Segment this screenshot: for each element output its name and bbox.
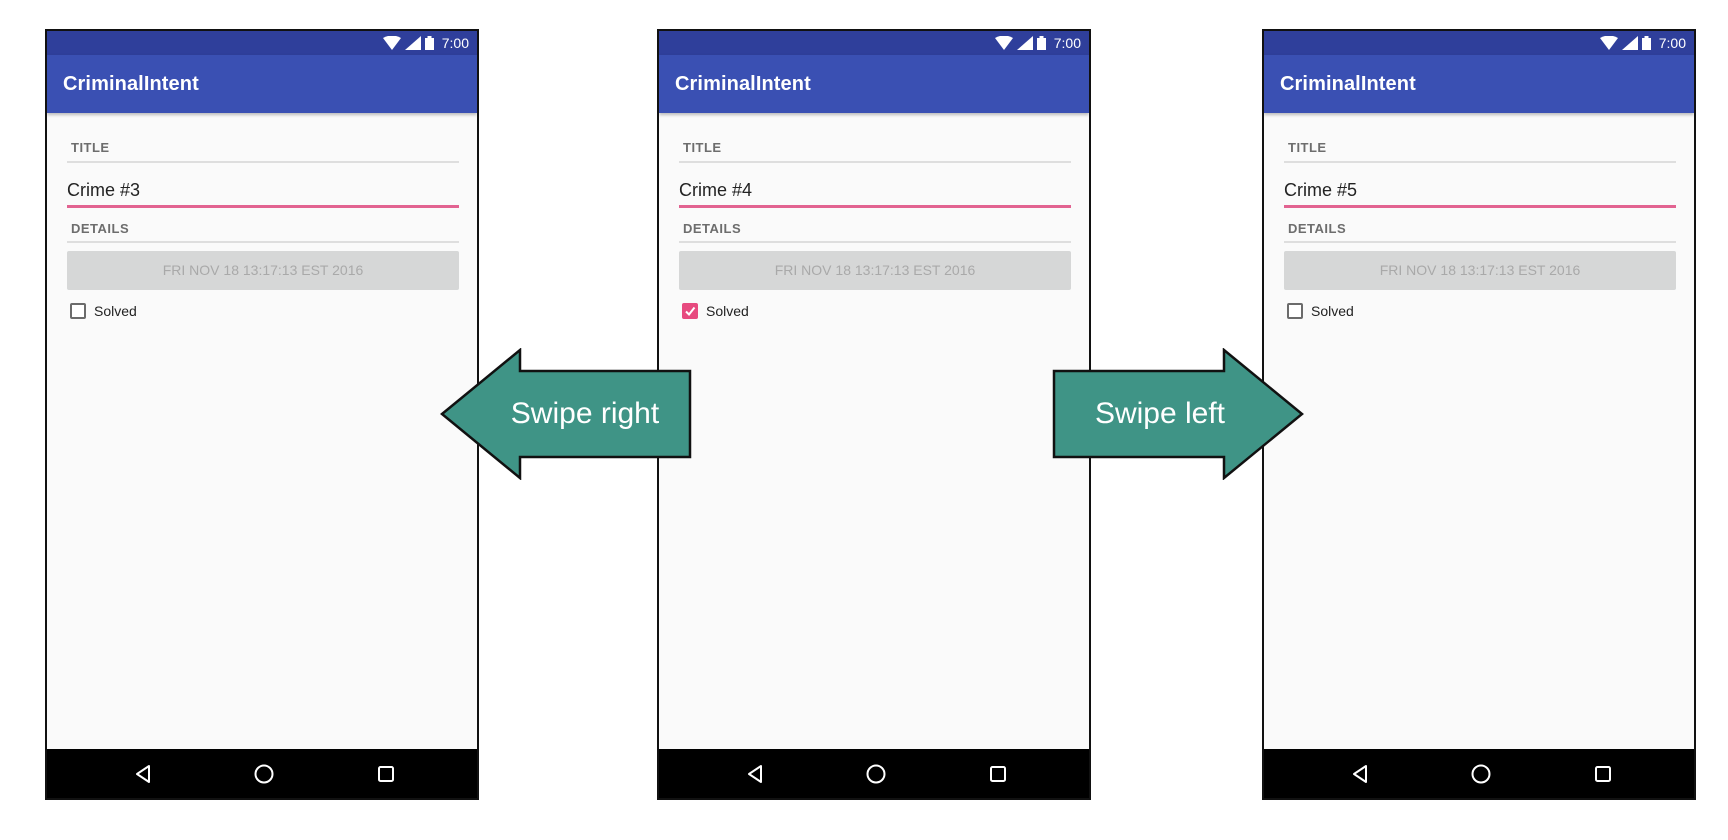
details-section-divider [679,241,1071,243]
details-section-label: DETAILS [1288,221,1347,236]
details-section-label: DETAILS [683,221,742,236]
app-title: CriminalIntent [1280,73,1416,95]
status-time: 7:00 [1053,35,1081,51]
navigation-bar [1264,749,1694,798]
navigation-bar [47,749,477,798]
app-bar: CriminalIntent [47,55,477,113]
navigation-bar [659,749,1089,798]
solved-checkbox[interactable] [1287,303,1303,319]
details-section-label: DETAILS [71,221,130,236]
signal-icon [404,36,421,50]
solved-label: Solved [706,303,749,319]
crime-date-button[interactable]: FRI NOV 18 13:17:13 EST 2016 [67,251,459,290]
wifi-icon [1599,36,1618,50]
title-section-divider [67,161,459,163]
phone-crime-3: 7:00 CriminalIntent TITLE DETAILS FRI NO… [45,29,479,800]
recents-icon[interactable] [373,761,399,787]
title-section-divider [679,161,1071,163]
solved-checkbox-row[interactable]: Solved [70,301,137,321]
app-bar: CriminalIntent [1264,55,1694,113]
title-section-label: TITLE [71,140,110,155]
wifi-icon [382,36,401,50]
solved-label: Solved [94,303,137,319]
crime-title-field[interactable] [1284,175,1676,208]
title-section-label: TITLE [683,140,722,155]
solved-checkbox-row[interactable]: Solved [682,301,749,321]
status-time: 7:00 [1658,35,1686,51]
app-bar: CriminalIntent [659,55,1089,113]
solved-label: Solved [1311,303,1354,319]
swipe-left-arrow: Swipe left [1052,348,1304,480]
app-title: CriminalIntent [675,73,811,95]
details-section-divider [1284,241,1676,243]
battery-icon [1641,36,1651,50]
title-section-label: TITLE [1288,140,1327,155]
status-bar: 7:00 [659,31,1089,55]
recents-icon[interactable] [985,761,1011,787]
solved-checkbox[interactable] [682,303,698,319]
status-time: 7:00 [441,35,469,51]
home-icon[interactable] [251,761,277,787]
back-icon[interactable] [743,761,769,787]
solved-checkbox[interactable] [70,303,86,319]
battery-icon [424,36,434,50]
back-icon[interactable] [131,761,157,787]
swipe-left-label: Swipe left [1095,397,1226,430]
back-icon[interactable] [1348,761,1374,787]
crime-title-field[interactable] [67,175,459,208]
swipe-right-label: Swipe right [511,397,660,430]
crime-title-field[interactable] [679,175,1071,208]
details-section-divider [67,241,459,243]
solved-checkbox-row[interactable]: Solved [1287,301,1354,321]
signal-icon [1016,36,1033,50]
phone-crime-4: 7:00 CriminalIntent TITLE DETAILS FRI NO… [657,29,1091,800]
battery-icon [1036,36,1046,50]
title-section-divider [1284,161,1676,163]
status-bar: 7:00 [47,31,477,55]
swipe-diagram: 7:00 CriminalIntent TITLE DETAILS FRI NO… [0,0,1728,840]
home-icon[interactable] [863,761,889,787]
phone-crime-5: 7:00 CriminalIntent TITLE DETAILS FRI NO… [1262,29,1696,800]
status-bar: 7:00 [1264,31,1694,55]
swipe-right-arrow: Swipe right [440,348,692,480]
home-icon[interactable] [1468,761,1494,787]
signal-icon [1621,36,1638,50]
recents-icon[interactable] [1590,761,1616,787]
checkmark-icon [685,306,696,317]
crime-date-button[interactable]: FRI NOV 18 13:17:13 EST 2016 [679,251,1071,290]
crime-date-button[interactable]: FRI NOV 18 13:17:13 EST 2016 [1284,251,1676,290]
wifi-icon [994,36,1013,50]
app-title: CriminalIntent [63,73,199,95]
